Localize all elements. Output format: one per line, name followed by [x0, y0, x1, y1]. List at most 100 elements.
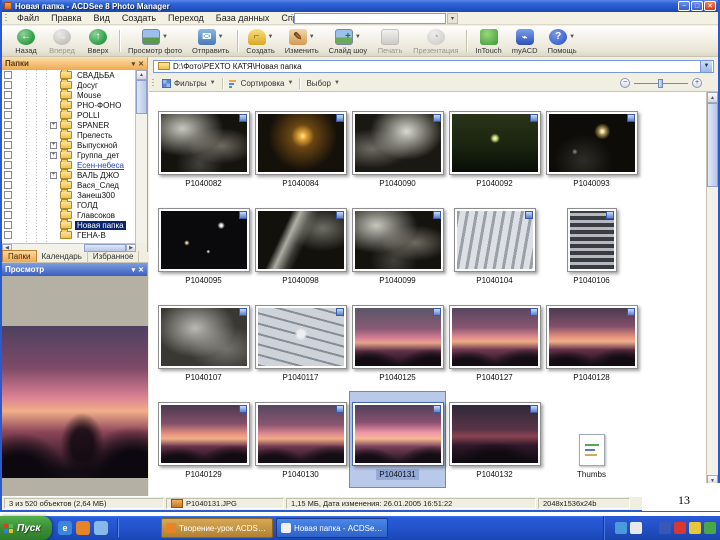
drag-handle[interactable]	[5, 14, 8, 23]
thumbnail-cell[interactable]: P1040129	[155, 391, 252, 488]
folder-item[interactable]: +СВАДЬБА	[2, 70, 136, 80]
tray-icon[interactable]	[704, 522, 716, 534]
zoom-out-button[interactable]: −	[620, 78, 630, 88]
maximize-button[interactable]: □	[691, 1, 703, 11]
tray-icon[interactable]	[659, 522, 671, 534]
tray-icon[interactable]	[630, 522, 642, 534]
thumbnail-cell[interactable]: P1040107	[155, 294, 252, 391]
folder-checkbox[interactable]	[4, 131, 12, 139]
toolbar-button-edit[interactable]: ▼Изменить	[280, 26, 324, 56]
zoom-slider[interactable]	[634, 79, 688, 88]
folder-checkbox[interactable]	[4, 191, 12, 199]
thumbnail-cell[interactable]: P1040099	[349, 197, 446, 294]
taskbar-task[interactable]: Творение-урок ACDSee 8.0 Ph…	[161, 518, 273, 538]
tree-vertical-scrollbar[interactable]: ▲	[135, 70, 147, 243]
dropdown-arrow-icon[interactable]: ▼	[309, 34, 315, 40]
toolbar-button-back[interactable]: Назад	[8, 26, 44, 56]
folder-checkbox[interactable]	[4, 151, 12, 159]
pane-pin-icon[interactable]: ▾	[132, 60, 136, 68]
preview-image[interactable]	[2, 326, 148, 478]
content-scrollbar[interactable]: ▲ ▼	[706, 92, 718, 486]
quick-search-dropdown[interactable]: ▾	[447, 13, 458, 24]
show-desktop-icon[interactable]	[94, 521, 108, 535]
quick-search-input[interactable]	[294, 13, 446, 24]
folder-item[interactable]: +Вася_След	[2, 180, 136, 190]
select-button[interactable]: Выбор ▼	[302, 77, 344, 90]
folder-item[interactable]: +Досуг	[2, 80, 136, 90]
taskbar-task[interactable]: Новая папка - ACDSe…	[276, 518, 388, 538]
zoom-slider-thumb[interactable]	[658, 79, 663, 88]
expander-icon[interactable]: +	[50, 142, 57, 149]
pane-close-icon[interactable]: ✕	[138, 60, 144, 68]
folder-checkbox[interactable]	[4, 171, 12, 179]
scrollbar-thumb[interactable]	[707, 103, 718, 187]
thumbnail-cell[interactable]: P1040095	[155, 197, 252, 294]
dropdown-arrow-icon[interactable]: ▼	[569, 34, 575, 40]
address-dropdown-icon[interactable]: ▼	[700, 61, 712, 72]
close-button[interactable]: ✕	[704, 1, 716, 11]
dropdown-arrow-icon[interactable]: ▼	[355, 34, 361, 40]
toolbar-button-create[interactable]: ▼Создать	[241, 26, 280, 56]
folder-item[interactable]: +Mouse	[2, 90, 136, 100]
thumbnail-cell[interactable]: P1040127	[446, 294, 543, 391]
folder-checkbox[interactable]	[4, 141, 12, 149]
scroll-up-icon[interactable]: ▲	[136, 70, 147, 80]
drag-handle[interactable]	[291, 14, 294, 23]
tray-icon[interactable]	[674, 522, 686, 534]
menu-item[interactable]: Вид	[88, 12, 116, 25]
folder-checkbox[interactable]	[4, 71, 12, 79]
folder-checkbox[interactable]	[4, 221, 12, 229]
tray-icon[interactable]	[689, 522, 701, 534]
sort-button[interactable]: Сортировка ▼	[225, 77, 298, 90]
thumbnail-cell[interactable]: P1040131	[349, 391, 446, 488]
toolbar-button-print[interactable]: Печать	[372, 26, 408, 56]
folder-checkbox[interactable]	[4, 231, 12, 239]
toolbar-button-slideshow[interactable]: ▼Слайд шоу	[324, 26, 372, 56]
tray-icon[interactable]	[615, 522, 627, 534]
toolbar-button-show[interactable]: Презентация	[408, 26, 463, 56]
menu-item[interactable]: Создать	[116, 12, 162, 25]
thumbnail-cell[interactable]: P1040130	[252, 391, 349, 488]
folder-checkbox[interactable]	[4, 101, 12, 109]
thumbnail-cell[interactable]: P1040098	[252, 197, 349, 294]
titlebar[interactable]: Новая папка - ACDSee 8 Photo Manager − □…	[2, 0, 718, 12]
filter-button[interactable]: Фильтры ▼	[158, 77, 220, 90]
dropdown-arrow-icon[interactable]: ▼	[162, 34, 168, 40]
folder-item[interactable]: +PHO-ФОНО	[2, 100, 136, 110]
menu-item[interactable]: База данных	[210, 12, 276, 25]
folder-checkbox[interactable]	[4, 161, 12, 169]
thumbnail-cell[interactable]: P1040082	[155, 100, 252, 197]
expander-icon[interactable]: +	[50, 122, 57, 129]
folder-item[interactable]: +Выпускной	[2, 140, 136, 150]
minimize-button[interactable]: −	[678, 1, 690, 11]
folder-item[interactable]: +ГЕНА-В	[2, 230, 136, 240]
expander-icon[interactable]: +	[50, 172, 57, 179]
address-combo[interactable]: D:\Фото\РЕХТО КАТЯ\Новая папка ▼	[153, 60, 714, 73]
thumbnail-cell[interactable]: P1040084	[252, 100, 349, 197]
folder-checkbox[interactable]	[4, 81, 12, 89]
folder-item[interactable]: +Занеш300	[2, 190, 136, 200]
folder-checkbox[interactable]	[4, 201, 12, 209]
dropdown-arrow-icon[interactable]: ▼	[218, 34, 224, 40]
panel-tab[interactable]: Календарь	[37, 251, 88, 262]
toolbar-button-help[interactable]: ▼Помощь	[543, 26, 582, 56]
folder-item[interactable]: +Группа_дет	[2, 150, 136, 160]
thumbnail-cell[interactable]: P1040128	[543, 294, 640, 391]
folder-item[interactable]: +Есен-небеса	[2, 160, 136, 170]
thumbnail-cell[interactable]: P1040125	[349, 294, 446, 391]
thumbnail-cell[interactable]: P1040090	[349, 100, 446, 197]
toolbar-button-myacd[interactable]: myACD	[507, 26, 543, 56]
folder-checkbox[interactable]	[4, 91, 12, 99]
folder-item[interactable]: +SPANER	[2, 120, 136, 130]
toolbar-button-up[interactable]: Вверх	[80, 26, 116, 56]
menu-item[interactable]: Переход	[162, 12, 210, 25]
pane-pin-icon[interactable]: ▾	[132, 266, 136, 274]
folder-item[interactable]: +POLLI	[2, 110, 136, 120]
panel-tab[interactable]: Избранное	[88, 251, 140, 262]
folder-checkbox[interactable]	[4, 211, 12, 219]
thumbnail-cell[interactable]: P1040132	[446, 391, 543, 488]
pane-close-icon[interactable]: ✕	[138, 266, 144, 274]
folder-item[interactable]: +Прелесть	[2, 130, 136, 140]
zoom-in-button[interactable]: +	[692, 78, 702, 88]
folder-item[interactable]: +Новая папка	[2, 220, 136, 230]
